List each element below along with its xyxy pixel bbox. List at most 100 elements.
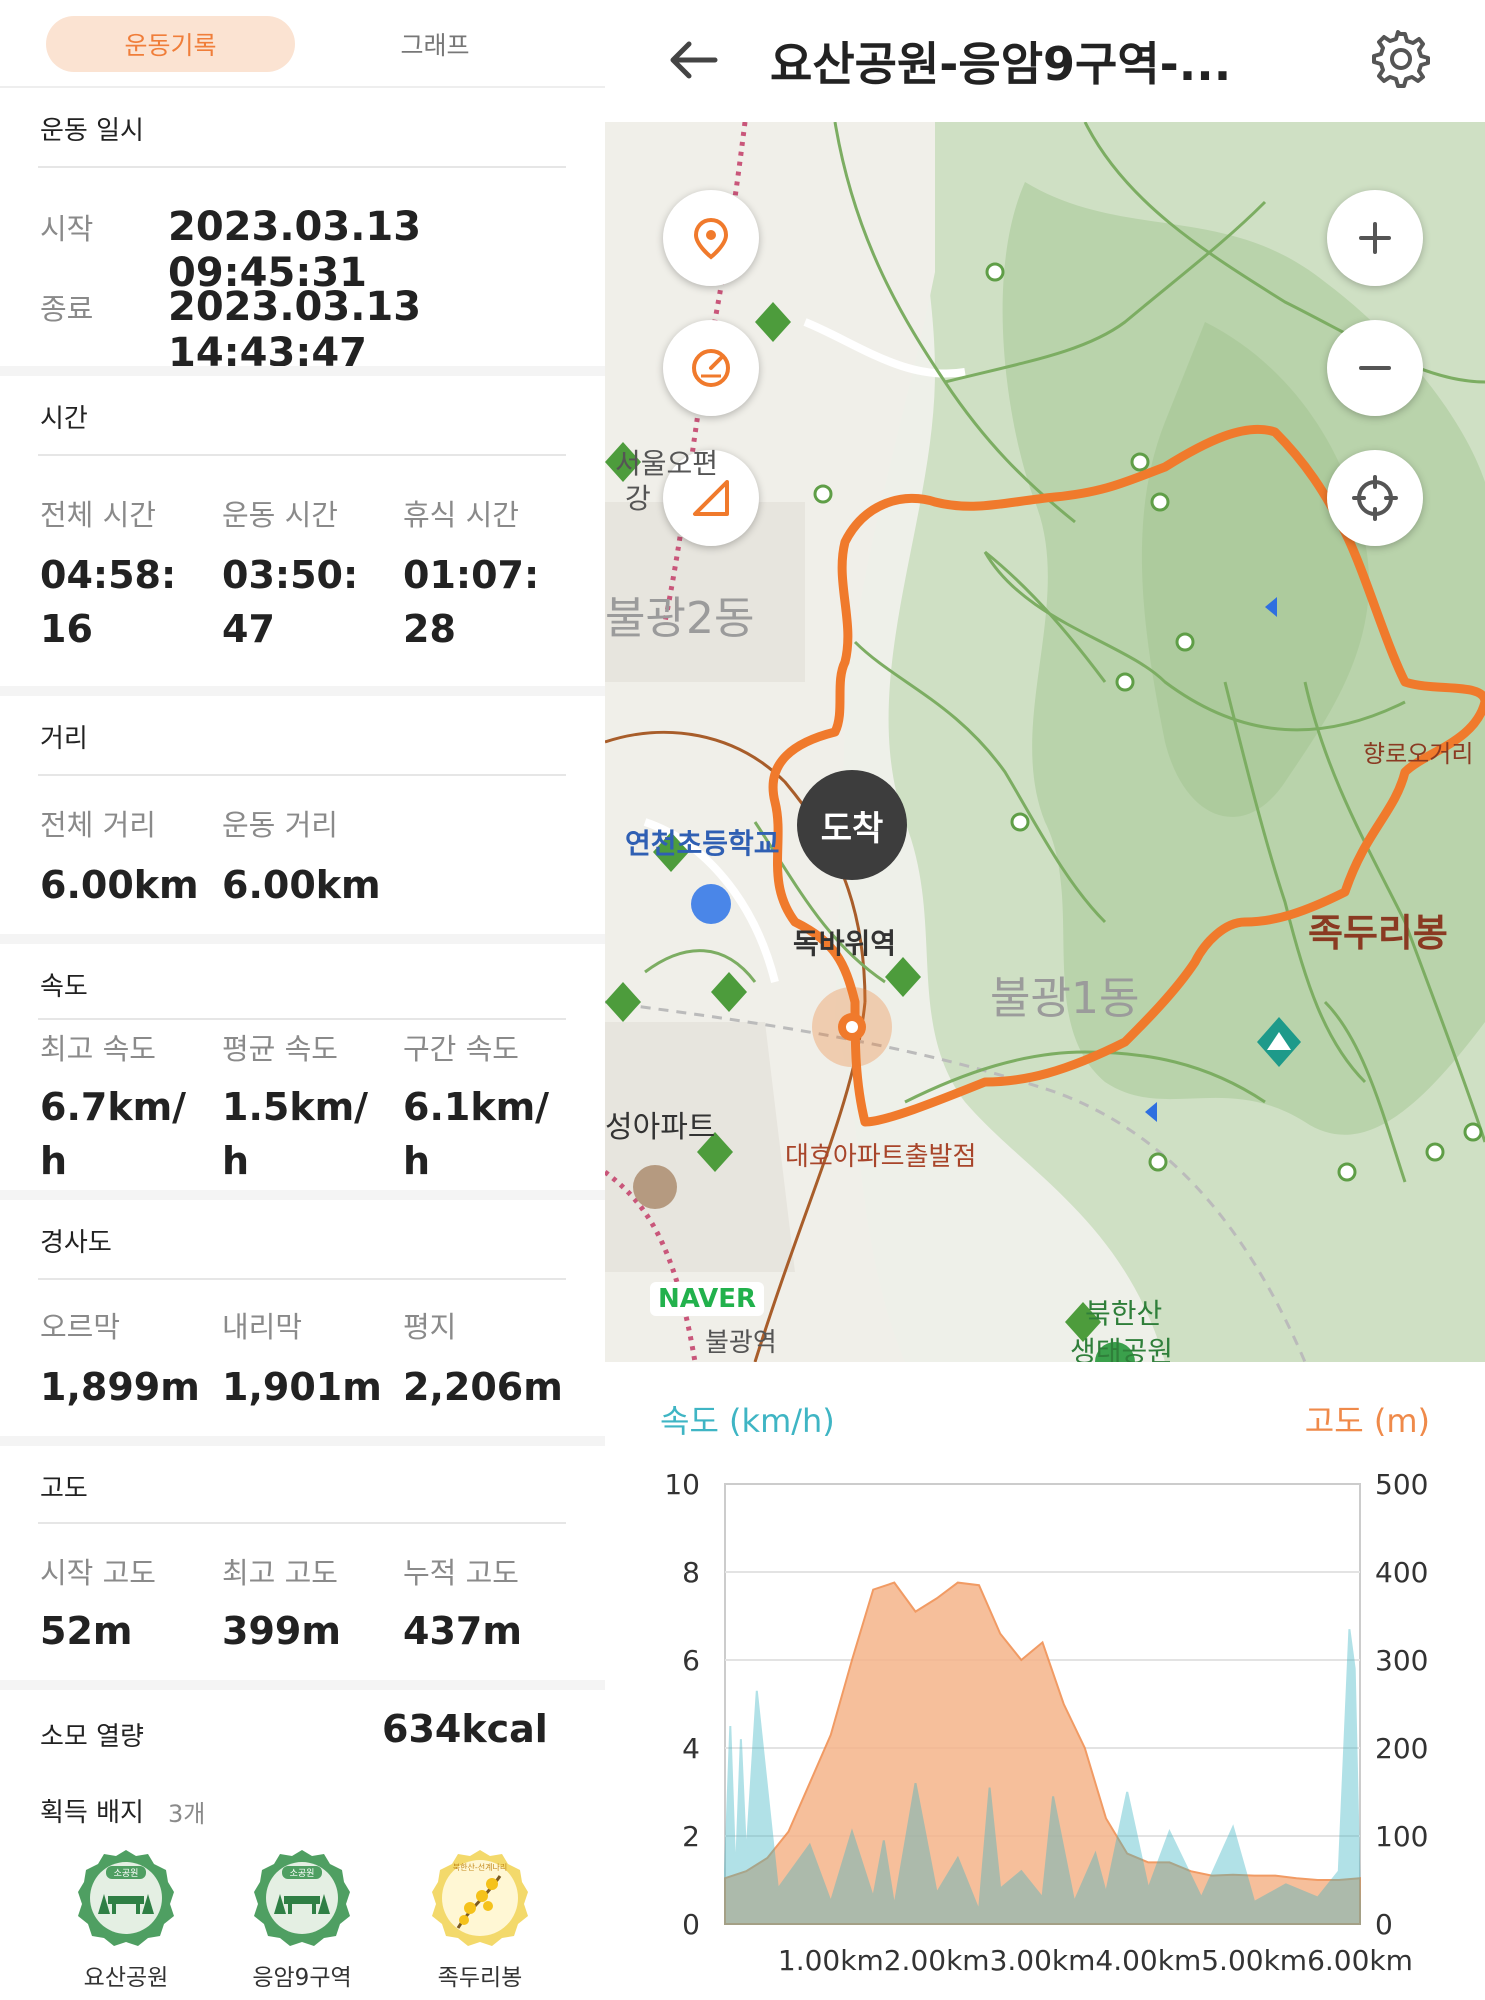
divider [38, 1018, 566, 1020]
badge-yosan-park[interactable]: 소공원 [76, 1848, 176, 1948]
badge-eungam9[interactable]: 소공원 [252, 1848, 352, 1948]
right-tick-label: 300 [1375, 1644, 1428, 1677]
map-label-bukhansan: 북한산 [1085, 1297, 1163, 1330]
divider [38, 454, 566, 456]
divider [38, 774, 566, 776]
track-detail-panel: 요산공원-응암9구역-... 불광2동 불광1동 연천초등학교 독바위역 족두리… [605, 0, 1485, 2000]
active-time-label: 운동 시간 [222, 498, 338, 532]
time-section-title: 시간 [40, 404, 88, 434]
svg-text:소공원: 소공원 [290, 1868, 315, 1879]
rest-time-label: 휴식 시간 [403, 498, 519, 532]
map-label-seoul2: 강 [625, 482, 651, 515]
flat-value: 2,206m [403, 1365, 563, 1409]
badges-count: 3개 [168, 1800, 206, 1828]
max-speed-value: 6.7km/h [40, 1085, 187, 1183]
flat-label: 평지 [403, 1310, 457, 1344]
speed-section-title: 속도 [40, 972, 88, 1002]
my-location-button[interactable] [1327, 450, 1423, 546]
calories-label: 소모 열량 [40, 1722, 144, 1752]
badge-label: 요산공원 [83, 1965, 169, 1991]
map-base [605, 122, 1485, 1362]
minus-icon [1359, 366, 1391, 370]
x-tick-label: 4.00km [1095, 1944, 1201, 1977]
map-label-bulgwang2: 불광2동 [605, 593, 755, 644]
map-label-apartment2: 성아파트 [605, 1110, 716, 1145]
map-label-bulgwang1: 불광1동 [990, 973, 1140, 1024]
x-tick-label: 1.00km [778, 1944, 884, 1977]
park-badge-icon: 소공원 [254, 1850, 350, 1946]
tab-exercise-record[interactable]: 운동기록 [46, 16, 295, 72]
right-tick-label: 100 [1375, 1820, 1428, 1853]
max-altitude-value: 399m [222, 1609, 341, 1653]
rest-time-value: 01:07:28 [403, 553, 540, 651]
avg-speed-value: 1.5km/h [222, 1085, 369, 1183]
divider [38, 1522, 566, 1524]
divider [38, 1278, 566, 1280]
x-tick-label: 6.00km [1307, 1944, 1413, 1977]
left-tick-label: 10 [664, 1468, 700, 1501]
speed-altitude-chart: 속도 (km/h) 고도 (m) 10 8 6 4 2 0 500 400 300 200 100 0… [605, 1362, 1485, 2000]
start-datetime: 2023.03.13 09:45:31 [168, 204, 422, 296]
exercise-distance-value: 6.00km [222, 863, 381, 907]
cumulative-altitude-value: 437m [403, 1609, 522, 1653]
badge-label: 족두리봉 [437, 1965, 523, 1991]
active-time-value: 03:50:47 [222, 553, 359, 651]
left-tick-label: 0 [682, 1908, 700, 1941]
x-tick-label: 3.00km [990, 1944, 1096, 1977]
left-tick-label: 2 [682, 1820, 700, 1853]
total-distance-value: 6.00km [40, 863, 199, 907]
total-time-value: 04:58:16 [40, 553, 177, 651]
right-tick-label: 200 [1375, 1732, 1428, 1765]
zoom-out-button[interactable] [1327, 320, 1423, 416]
forsythia-badge-icon: 북한산-선계나리 [432, 1850, 528, 1946]
total-time-label: 전체 시간 [40, 498, 156, 532]
downhill-value: 1,901m [222, 1365, 382, 1409]
max-speed-label: 최고 속도 [40, 1032, 156, 1066]
map-label-apartment: 대호아파트출발점 [785, 1142, 977, 1172]
map-label-peak: 족두리봉 [1308, 911, 1448, 955]
altitude-section-title: 고도 [40, 1474, 88, 1504]
section-separator [0, 1190, 605, 1200]
speedometer-icon [692, 349, 730, 387]
distance-section-title: 거리 [40, 724, 88, 754]
map-label-seoul: 서울오편 [615, 447, 719, 480]
total-distance-label: 전체 거리 [40, 808, 156, 842]
start-altitude-value: 52m [40, 1609, 133, 1653]
route-map[interactable]: 불광2동 불광1동 연천초등학교 독바위역 족두리봉 대호아파트출발점 성아파트… [605, 122, 1485, 1362]
left-tick-label: 6 [682, 1644, 700, 1677]
right-tick-label: 0 [1375, 1908, 1393, 1941]
location-pin-button[interactable] [663, 190, 759, 286]
tab-graph[interactable]: 그래프 [370, 16, 500, 72]
avg-speed-label: 평균 속도 [222, 1032, 338, 1066]
map-label-bottom: 불광역 [705, 1328, 777, 1358]
right-tick-label: 500 [1375, 1468, 1428, 1501]
back-arrow-icon[interactable] [665, 30, 725, 90]
divider [38, 166, 566, 168]
badge-label: 응암9구역 [252, 1965, 352, 1991]
record-tabs: 운동기록 그래프 [0, 0, 605, 88]
badge-jokduri-peak[interactable]: 북한산-선계나리 [430, 1848, 530, 1948]
section-separator [0, 934, 605, 944]
speed-gauge-button[interactable] [663, 320, 759, 416]
gear-icon[interactable] [1370, 28, 1430, 88]
left-axis-title: 속도 (km/h) [660, 1402, 835, 1440]
slope-section-title: 경사도 [40, 1228, 112, 1258]
location-pin-icon [693, 217, 729, 260]
end-datetime: 2023.03.13 14:43:47 [168, 284, 422, 376]
badges-title: 획득 배지 [40, 1798, 144, 1828]
app-header: 요산공원-응암9구역-... [605, 0, 1485, 120]
start-label: 시작 [40, 212, 94, 246]
calories-value: 634kcal [382, 1707, 548, 1751]
downhill-label: 내리막 [222, 1310, 303, 1344]
chart-svg: 속도 (km/h) 고도 (m) 10 8 6 4 2 0 500 400 300 200 100 0… [660, 1402, 1430, 1977]
plus-icon [1359, 222, 1391, 254]
zoom-in-button[interactable] [1327, 190, 1423, 286]
section-separator [0, 366, 605, 376]
arrival-marker[interactable]: 도착 [797, 770, 907, 880]
exercise-distance-label: 운동 거리 [222, 808, 338, 842]
end-label: 종료 [40, 292, 94, 326]
section-separator [0, 1436, 605, 1446]
section-speed-value: 6.1km/h [403, 1085, 550, 1183]
section-separator [0, 686, 605, 696]
map-label-station: 독바위역 [793, 927, 897, 960]
